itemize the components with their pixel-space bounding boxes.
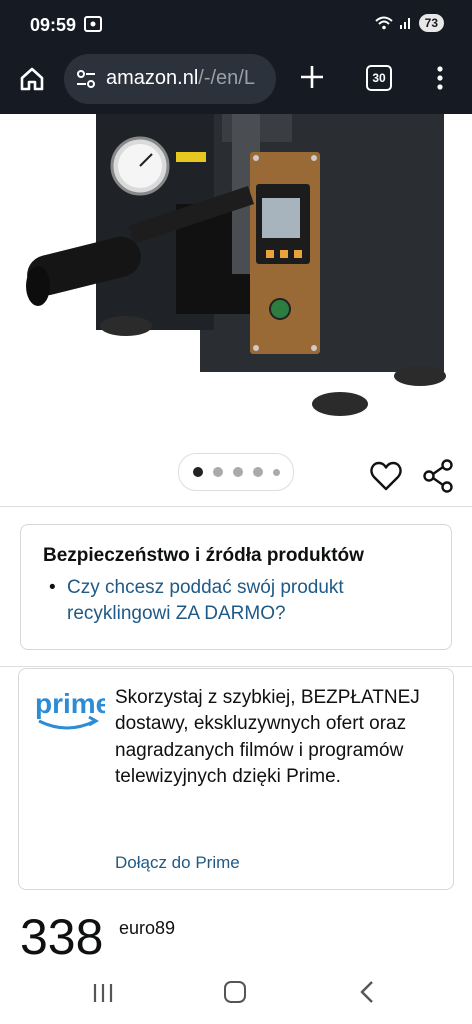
wifi-icon [374, 16, 393, 30]
status-right: 73 [374, 14, 444, 32]
tabs-icon[interactable]: 30 [366, 65, 392, 91]
safety-title: Bezpieczeństwo i źródła produktów [43, 545, 364, 566]
join-prime-link[interactable]: Dołącz do Prime [115, 853, 240, 873]
prime-promo-card: prime Skorzystaj z szybkiej, BEZPŁATNEJ … [18, 668, 454, 890]
recycle-link[interactable]: Czy chcesz poddać swój produkt recykling… [67, 575, 407, 627]
more-vert-icon[interactable] [430, 64, 450, 92]
carousel-dot[interactable] [272, 468, 280, 476]
system-nav-bar [0, 964, 472, 1024]
url-path: /-/en/L [198, 67, 255, 89]
carousel-dot[interactable] [232, 467, 243, 477]
status-bar: 09:59 73 [0, 0, 472, 52]
carousel-indicator[interactable] [178, 453, 294, 491]
carousel-dot[interactable] [212, 467, 223, 477]
carousel-dot[interactable] [192, 467, 203, 477]
battery-level: 73 [418, 14, 444, 32]
carousel-dot[interactable] [252, 467, 263, 477]
cast-icon [84, 16, 102, 32]
prime-description: Skorzystaj z szybkiej, BEZPŁATNEJ dostaw… [115, 687, 420, 788]
section-divider [0, 666, 472, 667]
url-host: amazon.nl [106, 67, 199, 89]
tune-icon[interactable] [76, 69, 96, 89]
product-image-illustration [26, 114, 446, 416]
browser-toolbar: amazon.nl/-/en/L 30 [0, 52, 472, 114]
recent-apps-icon[interactable] [92, 982, 114, 1004]
back-icon[interactable] [358, 980, 376, 1004]
plus-icon[interactable] [298, 63, 326, 91]
status-time: 09:59 [30, 15, 77, 35]
prime-logo: prime [33, 683, 111, 733]
home-icon[interactable] [18, 65, 46, 93]
url-text: amazon.nl/-/en/L [106, 67, 255, 90]
bullet: • [49, 577, 56, 598]
prime-logo-text: prime [35, 688, 105, 719]
heart-icon[interactable] [369, 459, 403, 493]
address-bar[interactable]: amazon.nl/-/en/L [64, 54, 276, 104]
product-image[interactable] [0, 114, 472, 456]
signal-icon [399, 18, 410, 29]
section-divider [0, 506, 472, 507]
price-whole: 338 [20, 909, 104, 965]
share-icon[interactable] [422, 459, 454, 493]
home-nav-icon[interactable] [224, 981, 246, 1003]
product-safety-card: Bezpieczeństwo i źródła produktów • Czy … [20, 524, 452, 650]
price-fraction: euro89 [119, 918, 176, 938]
